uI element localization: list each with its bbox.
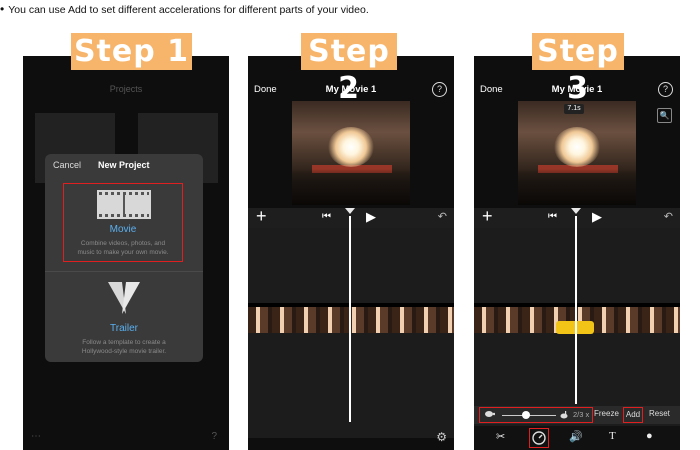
scissors-icon[interactable]: ✂ — [496, 430, 505, 443]
volume-icon[interactable]: 🔊 — [569, 430, 583, 443]
movie-label: Movie — [109, 224, 137, 235]
trailer-label[interactable]: Trailer — [45, 323, 203, 334]
step-1-badge: Step 1 — [71, 33, 192, 70]
editing-tools: ✂ 🔊 T ● — [474, 426, 680, 450]
trailer-description-line1: Follow a template to create a — [82, 339, 166, 346]
dialog-divider — [45, 271, 203, 272]
gear-icon[interactable]: ⚙ — [436, 430, 447, 444]
speed-ratio: 2/3 x — [573, 410, 590, 419]
add-media-icon[interactable]: + — [482, 206, 493, 227]
filter-icon[interactable]: ● — [646, 430, 653, 442]
step-2-badge: Step 2 — [301, 33, 397, 106]
phone-step-2: Done My Movie 1 ? + ⏮ ▶ ↶ ⚙ — [248, 56, 454, 450]
playhead — [575, 216, 577, 404]
speedometer-icon — [532, 431, 546, 445]
help-icon[interactable]: ? — [211, 431, 217, 442]
skip-back-icon[interactable]: ⏮ — [322, 211, 331, 222]
timeline[interactable] — [248, 228, 454, 438]
film-strip-icon — [97, 190, 151, 219]
help-icon[interactable]: ? — [658, 82, 673, 97]
play-icon[interactable]: ▶ — [592, 209, 602, 225]
undo-icon[interactable]: ↶ — [664, 210, 673, 223]
zoom-icon[interactable]: 🔍 — [657, 108, 672, 123]
speed-slider-group: 2/3 x — [479, 407, 593, 423]
rabbit-icon — [560, 411, 568, 419]
intro-text: • You can use Add to set different accele… — [0, 2, 369, 16]
step-3-badge: Step 3 — [532, 33, 624, 106]
cancel-button[interactable]: Cancel — [53, 160, 81, 170]
new-project-dialog: Cancel New Project Movie Combine videos,… — [45, 154, 203, 362]
movie-description-line1: Combine videos, photos, and — [80, 240, 166, 247]
movie-description-line2: music to make your own movie. — [77, 249, 169, 256]
freeze-button[interactable]: Freeze — [594, 409, 619, 418]
text-icon[interactable]: T — [609, 430, 616, 442]
video-preview — [292, 101, 410, 205]
undo-icon[interactable]: ↶ — [438, 210, 447, 223]
spotlight-icon — [108, 282, 140, 314]
video-preview — [518, 101, 636, 205]
video-clip-strip[interactable] — [248, 303, 454, 333]
dialog-title: New Project — [98, 160, 150, 170]
movie-option[interactable]: Movie Combine videos, photos, and music … — [63, 183, 183, 262]
speed-controls: 2/3 x Freeze Add Reset — [474, 406, 680, 424]
skip-back-icon[interactable]: ⏮ — [548, 211, 557, 222]
phone-step-1: Projects Cancel New Project Movie Combin… — [23, 56, 229, 450]
speed-slider-knob[interactable] — [522, 411, 530, 419]
dialog-header: Cancel New Project — [45, 154, 203, 175]
playhead-marker — [571, 208, 581, 214]
playhead — [349, 216, 351, 422]
projects-title: Projects — [109, 84, 143, 94]
add-media-icon[interactable]: + — [256, 206, 267, 227]
bullet: • — [0, 2, 5, 16]
help-icon[interactable]: ? — [432, 82, 447, 97]
play-icon[interactable]: ▶ — [366, 209, 376, 225]
phone-step-3: Done My Movie 1 ? 7.1s 🔍 + ⏮ ▶ ↶ 2/3 x F… — [474, 56, 680, 450]
reset-button[interactable]: Reset — [649, 409, 670, 418]
playhead-marker — [345, 208, 355, 214]
speed-tool-button[interactable] — [529, 428, 549, 448]
turtle-icon — [485, 411, 495, 417]
add-button[interactable]: Add — [623, 407, 643, 423]
intro-sentence: You can use Add to set different acceler… — [8, 4, 369, 16]
more-icon[interactable]: ⋯ — [31, 431, 41, 442]
trailer-description-line2: Hollywood-style movie trailer. — [81, 348, 167, 355]
